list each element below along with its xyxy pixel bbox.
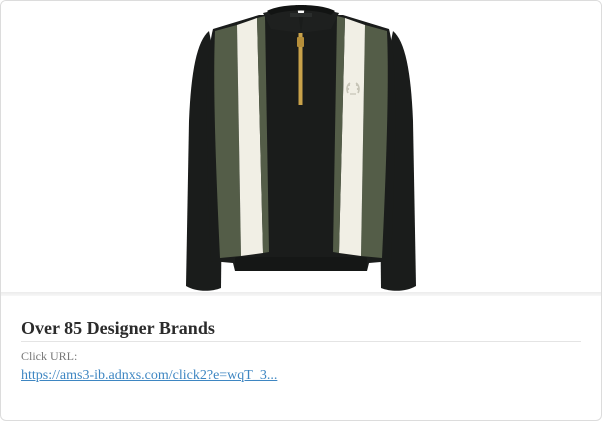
- click-url-link[interactable]: https://ams3-ib.adnxs.com/click2?e=wqT_3…: [21, 367, 277, 385]
- ad-card[interactable]: Over 85 Designer Brands Click URL: https…: [0, 0, 602, 421]
- product-image-graphic: [186, 5, 416, 291]
- divider: [21, 341, 581, 342]
- zip-pull: [297, 37, 304, 47]
- image-separator: [1, 292, 601, 296]
- ad-title[interactable]: Over 85 Designer Brands: [21, 317, 215, 339]
- neck-label: [290, 13, 312, 17]
- click-url-label: Click URL:: [21, 349, 78, 363]
- waistband: [235, 257, 367, 271]
- product-image[interactable]: [1, 1, 601, 293]
